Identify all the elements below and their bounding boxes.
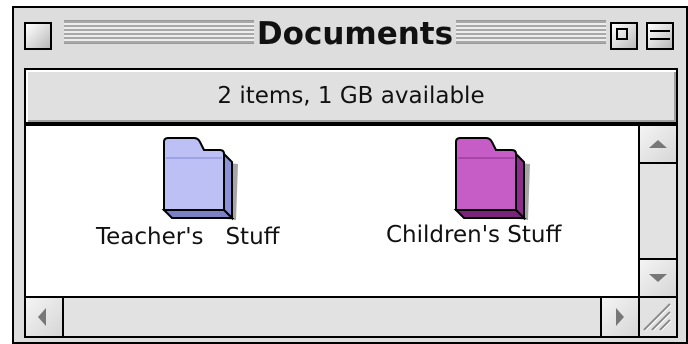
arrow-up-icon <box>649 140 667 148</box>
zoom-icon <box>616 28 628 40</box>
icon-view[interactable]: Teacher's Stuff Children's Stuff <box>26 126 638 296</box>
folder-label-teachers-stuff[interactable]: Teacher's Stuff <box>96 224 280 250</box>
collapse-icon-bar <box>650 38 670 40</box>
folder-icon <box>161 137 238 221</box>
resize-grip-icon <box>643 303 672 332</box>
folder-label-childrens-stuff[interactable]: Children's Stuff <box>386 222 561 248</box>
title-bar[interactable]: Documents <box>14 8 686 64</box>
close-box-button[interactable] <box>24 22 52 50</box>
collapse-box-button[interactable] <box>646 22 674 50</box>
resize-grip[interactable] <box>638 296 676 336</box>
arrow-down-icon <box>649 274 667 282</box>
items-available-text: 2 items, 1 GB available <box>217 83 485 109</box>
scroll-up-button[interactable] <box>640 126 676 164</box>
folder-item-teachers-stuff[interactable] <box>152 134 242 224</box>
title-bar-stripes-right <box>456 20 606 44</box>
zoom-box-button[interactable] <box>610 22 638 50</box>
arrow-right-icon <box>616 308 624 326</box>
arrow-left-icon <box>38 308 46 326</box>
folder-content-area: Teacher's Stuff Children's Stuff <box>24 124 678 338</box>
window-title: Documents <box>256 16 454 52</box>
window-info-header: 2 items, 1 GB available <box>24 68 678 124</box>
folder-icon <box>453 137 530 221</box>
scroll-right-button[interactable] <box>600 298 638 336</box>
scroll-down-button[interactable] <box>640 258 676 296</box>
scroll-left-button[interactable] <box>26 298 64 336</box>
finder-window: Documents 2 items, 1 GB available Teache… <box>12 6 688 344</box>
collapse-icon <box>650 30 670 32</box>
title-bar-stripes-left <box>64 20 254 44</box>
vertical-scrollbar[interactable] <box>638 126 676 296</box>
folder-item-childrens-stuff[interactable] <box>444 134 534 224</box>
horizontal-scrollbar[interactable] <box>26 296 638 336</box>
